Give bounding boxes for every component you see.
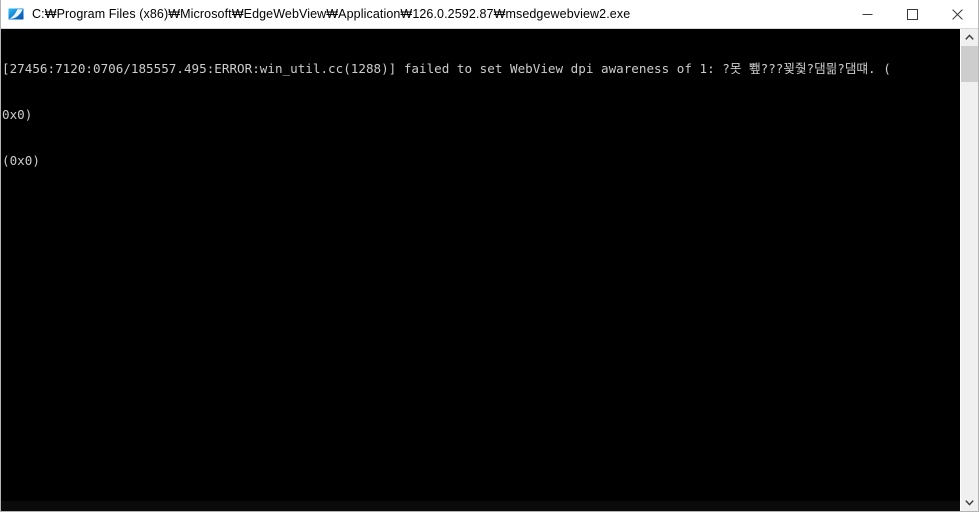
console-output-area[interactable]: [27456:7120:0706/185557.495:ERROR:win_ut… <box>1 29 961 511</box>
chevron-down-icon <box>965 500 974 506</box>
edge-webview2-icon <box>8 8 24 20</box>
vertical-scrollbar[interactable] <box>960 29 978 511</box>
console-window: C:₩Program Files (x86)₩Microsoft₩EdgeWeb… <box>0 0 979 512</box>
title-bar[interactable]: C:₩Program Files (x86)₩Microsoft₩EdgeWeb… <box>1 0 978 29</box>
console-text-block: [27456:7120:0706/185557.495:ERROR:win_ut… <box>1 29 961 199</box>
minimize-button[interactable] <box>845 0 890 29</box>
console-line-2: 0x0) <box>2 107 33 123</box>
scroll-up-button[interactable] <box>961 29 978 46</box>
scrollbar-track[interactable] <box>961 46 978 494</box>
close-button[interactable] <box>935 0 978 29</box>
console-line-3: (0x0) <box>2 153 40 169</box>
chevron-up-icon <box>965 34 974 40</box>
maximize-icon <box>907 8 918 20</box>
minimize-icon <box>862 13 873 15</box>
scrollbar-thumb[interactable] <box>961 46 978 82</box>
window-controls <box>845 0 978 29</box>
console-line-1: [27456:7120:0706/185557.495:ERROR:win_ut… <box>2 60 891 76</box>
maximize-button[interactable] <box>890 0 935 29</box>
console-bottom-strip <box>1 501 961 511</box>
scroll-down-button[interactable] <box>961 494 978 511</box>
window-title: C:₩Program Files (x86)₩Microsoft₩EdgeWeb… <box>32 6 631 21</box>
close-icon <box>952 8 963 20</box>
